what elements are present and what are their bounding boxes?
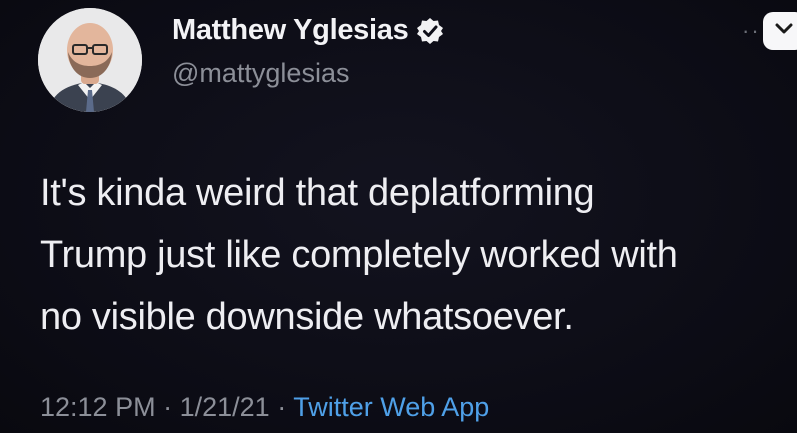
tweet-meta: 12:12 PM · 1/21/21 · Twitter Web App	[40, 392, 489, 423]
author-handle[interactable]: @mattyglesias	[172, 58, 349, 89]
tweet-card: Matthew Yglesias @mattyglesias ·· It's k…	[0, 0, 797, 433]
tweet-text-line: It's kinda weird that deplatforming	[40, 172, 595, 214]
tweet-text-line: Trump just like completely worked with	[40, 234, 678, 276]
tweet-time[interactable]: 12:12 PM	[40, 392, 156, 422]
verified-badge-icon	[416, 17, 444, 45]
display-name[interactable]: Matthew Yglesias	[172, 14, 409, 47]
tweet-date[interactable]: 1/21/21	[180, 392, 270, 422]
tweet-text-line: no visible downside whatsoever.	[40, 296, 574, 338]
avatar[interactable]	[38, 8, 142, 112]
tweet-menu-button[interactable]	[763, 12, 797, 50]
chevron-down-icon	[775, 22, 793, 40]
more-dots-icon[interactable]: ··	[742, 18, 761, 44]
tweet-source-link[interactable]: Twitter Web App	[293, 392, 489, 422]
author-name-row: Matthew Yglesias	[172, 14, 444, 47]
meta-separator: ·	[277, 392, 287, 422]
meta-separator: ·	[163, 392, 173, 422]
tweet-text: It's kinda weird that deplatforming Trum…	[40, 162, 785, 348]
